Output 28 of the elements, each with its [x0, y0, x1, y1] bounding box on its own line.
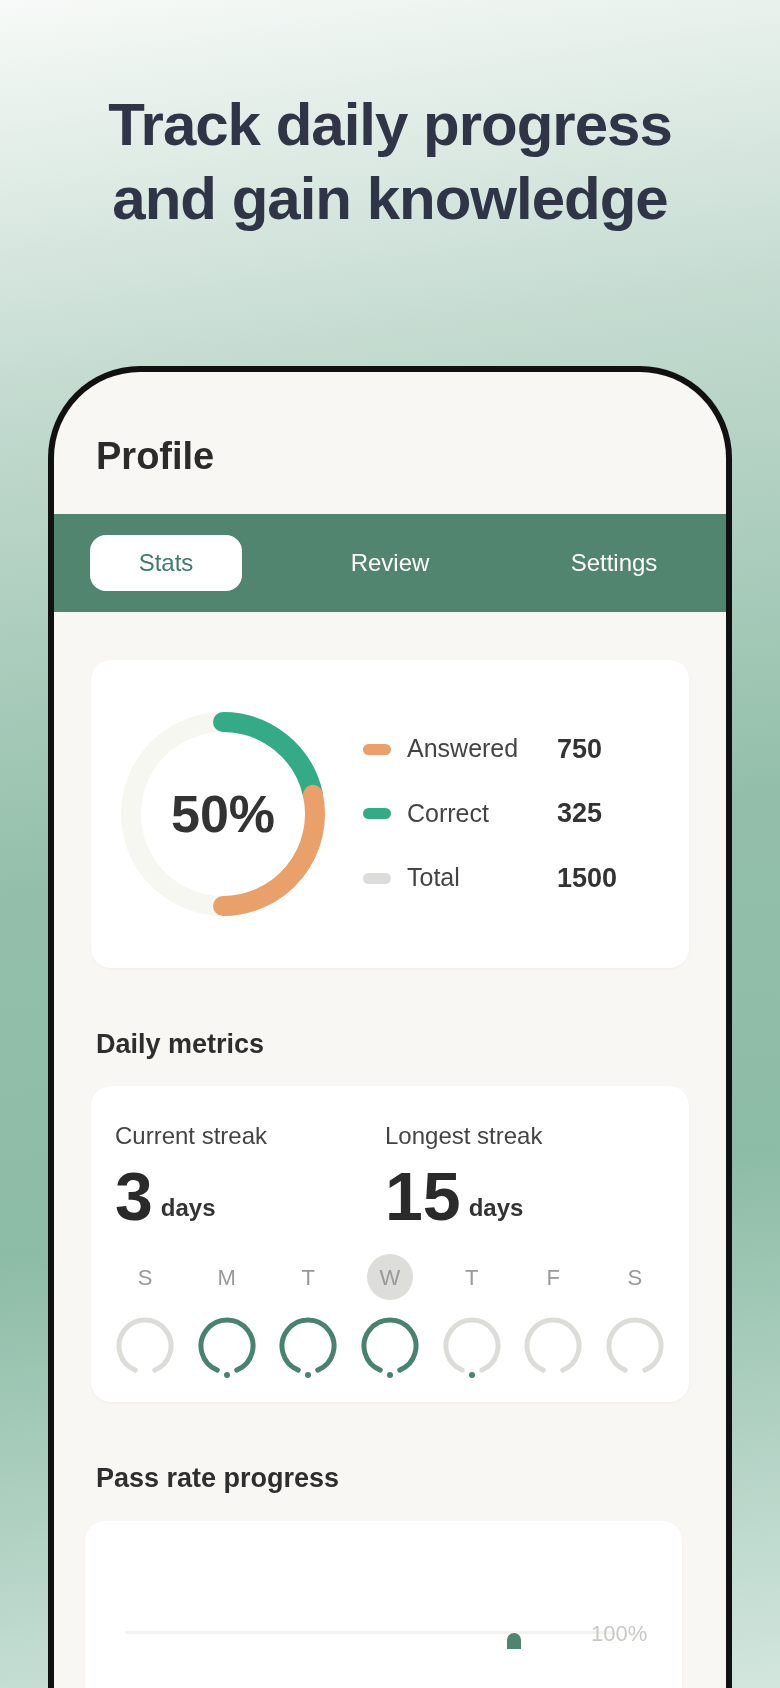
tab[interactable]: Review — [314, 534, 466, 591]
legend-label: Answered — [407, 733, 520, 765]
legend-label: Total — [407, 862, 461, 894]
percent-value: 50% — [170, 783, 276, 845]
day-label[interactable]: T — [285, 1254, 332, 1301]
axis-label: 100% — [591, 1619, 648, 1648]
section-heading: Daily metrics — [95, 1027, 266, 1061]
day-label[interactable]: T — [448, 1254, 495, 1301]
headline: Track daily progress and gain knowledge — [107, 90, 673, 234]
day-label[interactable]: S — [122, 1254, 168, 1301]
streak-label: Current streak — [115, 1121, 269, 1152]
legend-label: Correct — [407, 797, 490, 829]
day-label[interactable]: W — [366, 1254, 413, 1301]
section-heading: Pass rate progress — [95, 1462, 341, 1496]
tab[interactable]: Settings — [538, 534, 690, 591]
streak-label: Longest streak — [385, 1121, 544, 1152]
day-label[interactable]: M — [203, 1254, 250, 1301]
streak-unit: days — [468, 1193, 524, 1224]
streak-unit: days — [160, 1193, 216, 1224]
streak-number: 15 — [385, 1162, 461, 1231]
screen-title: Profile — [95, 434, 216, 479]
legend-value: 325 — [557, 797, 603, 831]
tab[interactable]: Stats — [90, 534, 242, 591]
legend-value: 1500 — [557, 861, 618, 895]
day-label[interactable]: F — [530, 1254, 577, 1301]
day-label[interactable]: S — [611, 1254, 658, 1301]
legend-value: 750 — [557, 732, 603, 766]
streak-number: 3 — [115, 1162, 153, 1231]
